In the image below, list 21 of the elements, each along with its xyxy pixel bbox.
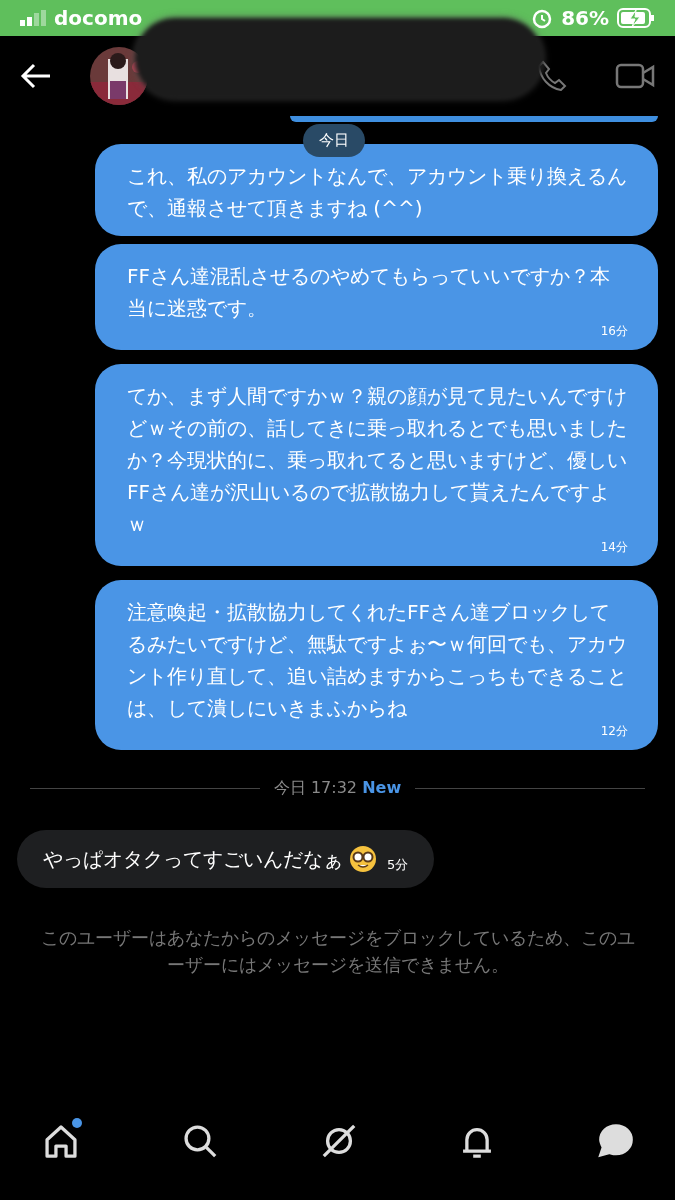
message-bubble: FFさん達混乱させるのやめてもらっていいですか？本当に迷惑です。 16分 <box>95 244 658 350</box>
battery-percentage: 86% <box>561 5 609 32</box>
carrier-name: docomo <box>54 5 143 32</box>
nerd-emoji-icon <box>349 845 377 873</box>
home-icon[interactable] <box>42 1122 80 1160</box>
message-time: 12分 <box>599 724 628 738</box>
date-divider: 今日 17:32 <box>273 778 358 797</box>
message-time: 16分 <box>599 324 628 338</box>
message-bubble: てか、まず人間ですかｗ？親の顔が見て見たいんですけどｗその前の、話してきに乗っ取れるとでも思いましたか？今現状的に、乗っ取れてると思いますけど、優しいFFさん達が沢山いるので拡散協力して貰えたんですよｗ 14分 <box>95 364 658 566</box>
message-time: 5分 <box>387 855 409 874</box>
alarm-clock-icon <box>531 7 554 29</box>
video-camera-icon[interactable] <box>615 62 655 90</box>
back-arrow-icon[interactable] <box>20 63 52 89</box>
chat-bubble-icon[interactable] <box>597 1122 635 1160</box>
new-label: New <box>362 778 402 797</box>
date-badge: 今日 <box>303 124 365 157</box>
blocked-notice: このユーザーはあなたからのメッセージをブロックしているため、このユーザーにはメッセージを送信できません。 <box>39 926 636 977</box>
message-bubble: 注意喚起・拡散協力してくれたFFさん達ブロックしてるみたいですけど、無駄ですよぉ〜ｗ何回でも、アカウント作り直して、追い詰めますからこっちもできることは、して潰しにいきまふからね 12分 <box>95 580 658 750</box>
phone-icon[interactable] <box>537 60 567 92</box>
message-bubble: やっぱオタクってすごいんだなぁ 5分 <box>17 830 435 888</box>
message-time: 14分 <box>599 540 628 554</box>
